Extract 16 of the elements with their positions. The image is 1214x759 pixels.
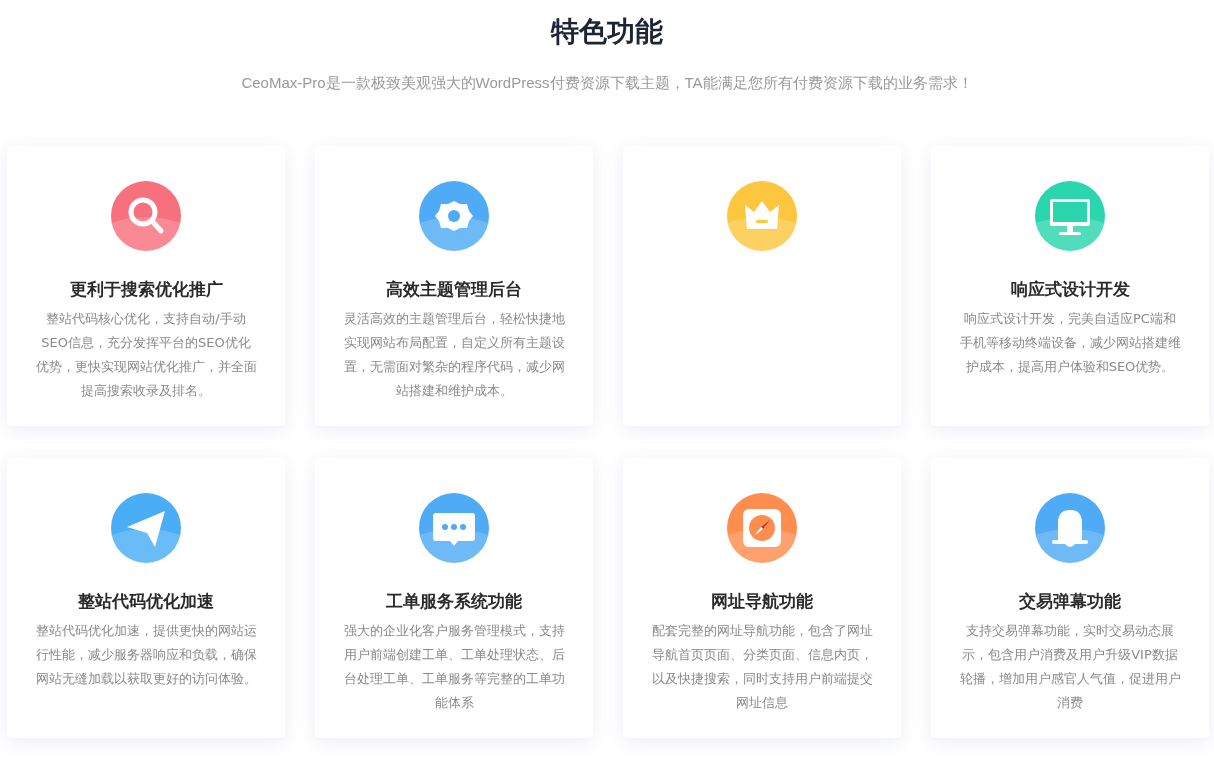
feature-description: 响应式设计开发，完美自适应PC端和手机等移动终端设备，减少网站搭建维护成本，提高用户体验和SEO优势。: [959, 310, 1181, 376]
feature-title: 响应式设计开发: [1010, 278, 1130, 301]
feature-title: 更利于搜索优化推广: [69, 278, 223, 301]
feature-title: 高效主题管理后台: [386, 278, 522, 301]
feature-description: 支持交易弹幕功能，实时交易动态展示，包含用户消费及用户升级VIP数据轮播，增加用户感官人气值，促进用户消费: [959, 622, 1181, 712]
feature-description: 配套完整的网址导航功能，包含了网址导航首页页面、分类页面、信息内页，以及快捷搜索，同时支持用户前端提交网址信息: [651, 622, 873, 712]
feature-description: 整站代码核心优化，支持自动/手动SEO信息，充分发挥平台的SEO优化优势，更快实现网站优化推广，并全面提高搜索收录及排名。: [35, 310, 257, 400]
feature-description: 灵活高效的主题管理后台，轻松快捷地实现网站布局配置，自定义所有主题设置，无需面对繁杂的程序代码，减少网站搭建和维护成本。: [343, 310, 565, 400]
feature-description: 强大的企业化客户服务管理模式，支持用户前端创建工单、工单处理状态、后台处理工单、工单服务等完整的工单功能体系: [343, 622, 565, 712]
section-subtitle: CeoMax-Pro是一款极致美观强大的WordPress付费资源下载主题，TA能满足您所有付费资源下载的业务需求！: [240, 73, 974, 93]
feature-title: 整站代码优化加速: [78, 590, 214, 613]
feature-title: 工单服务系统功能: [386, 590, 522, 613]
feature-title: 网址导航功能: [711, 590, 813, 613]
section-title: 特色功能: [549, 14, 664, 50]
feature-title: 交易弹幕功能: [1019, 590, 1121, 613]
feature-description: 整站代码优化加速，提供更快的网站运行性能，减少服务器响应和负载，确保网站无缝加载以获取更好的访问体验。: [35, 622, 257, 688]
